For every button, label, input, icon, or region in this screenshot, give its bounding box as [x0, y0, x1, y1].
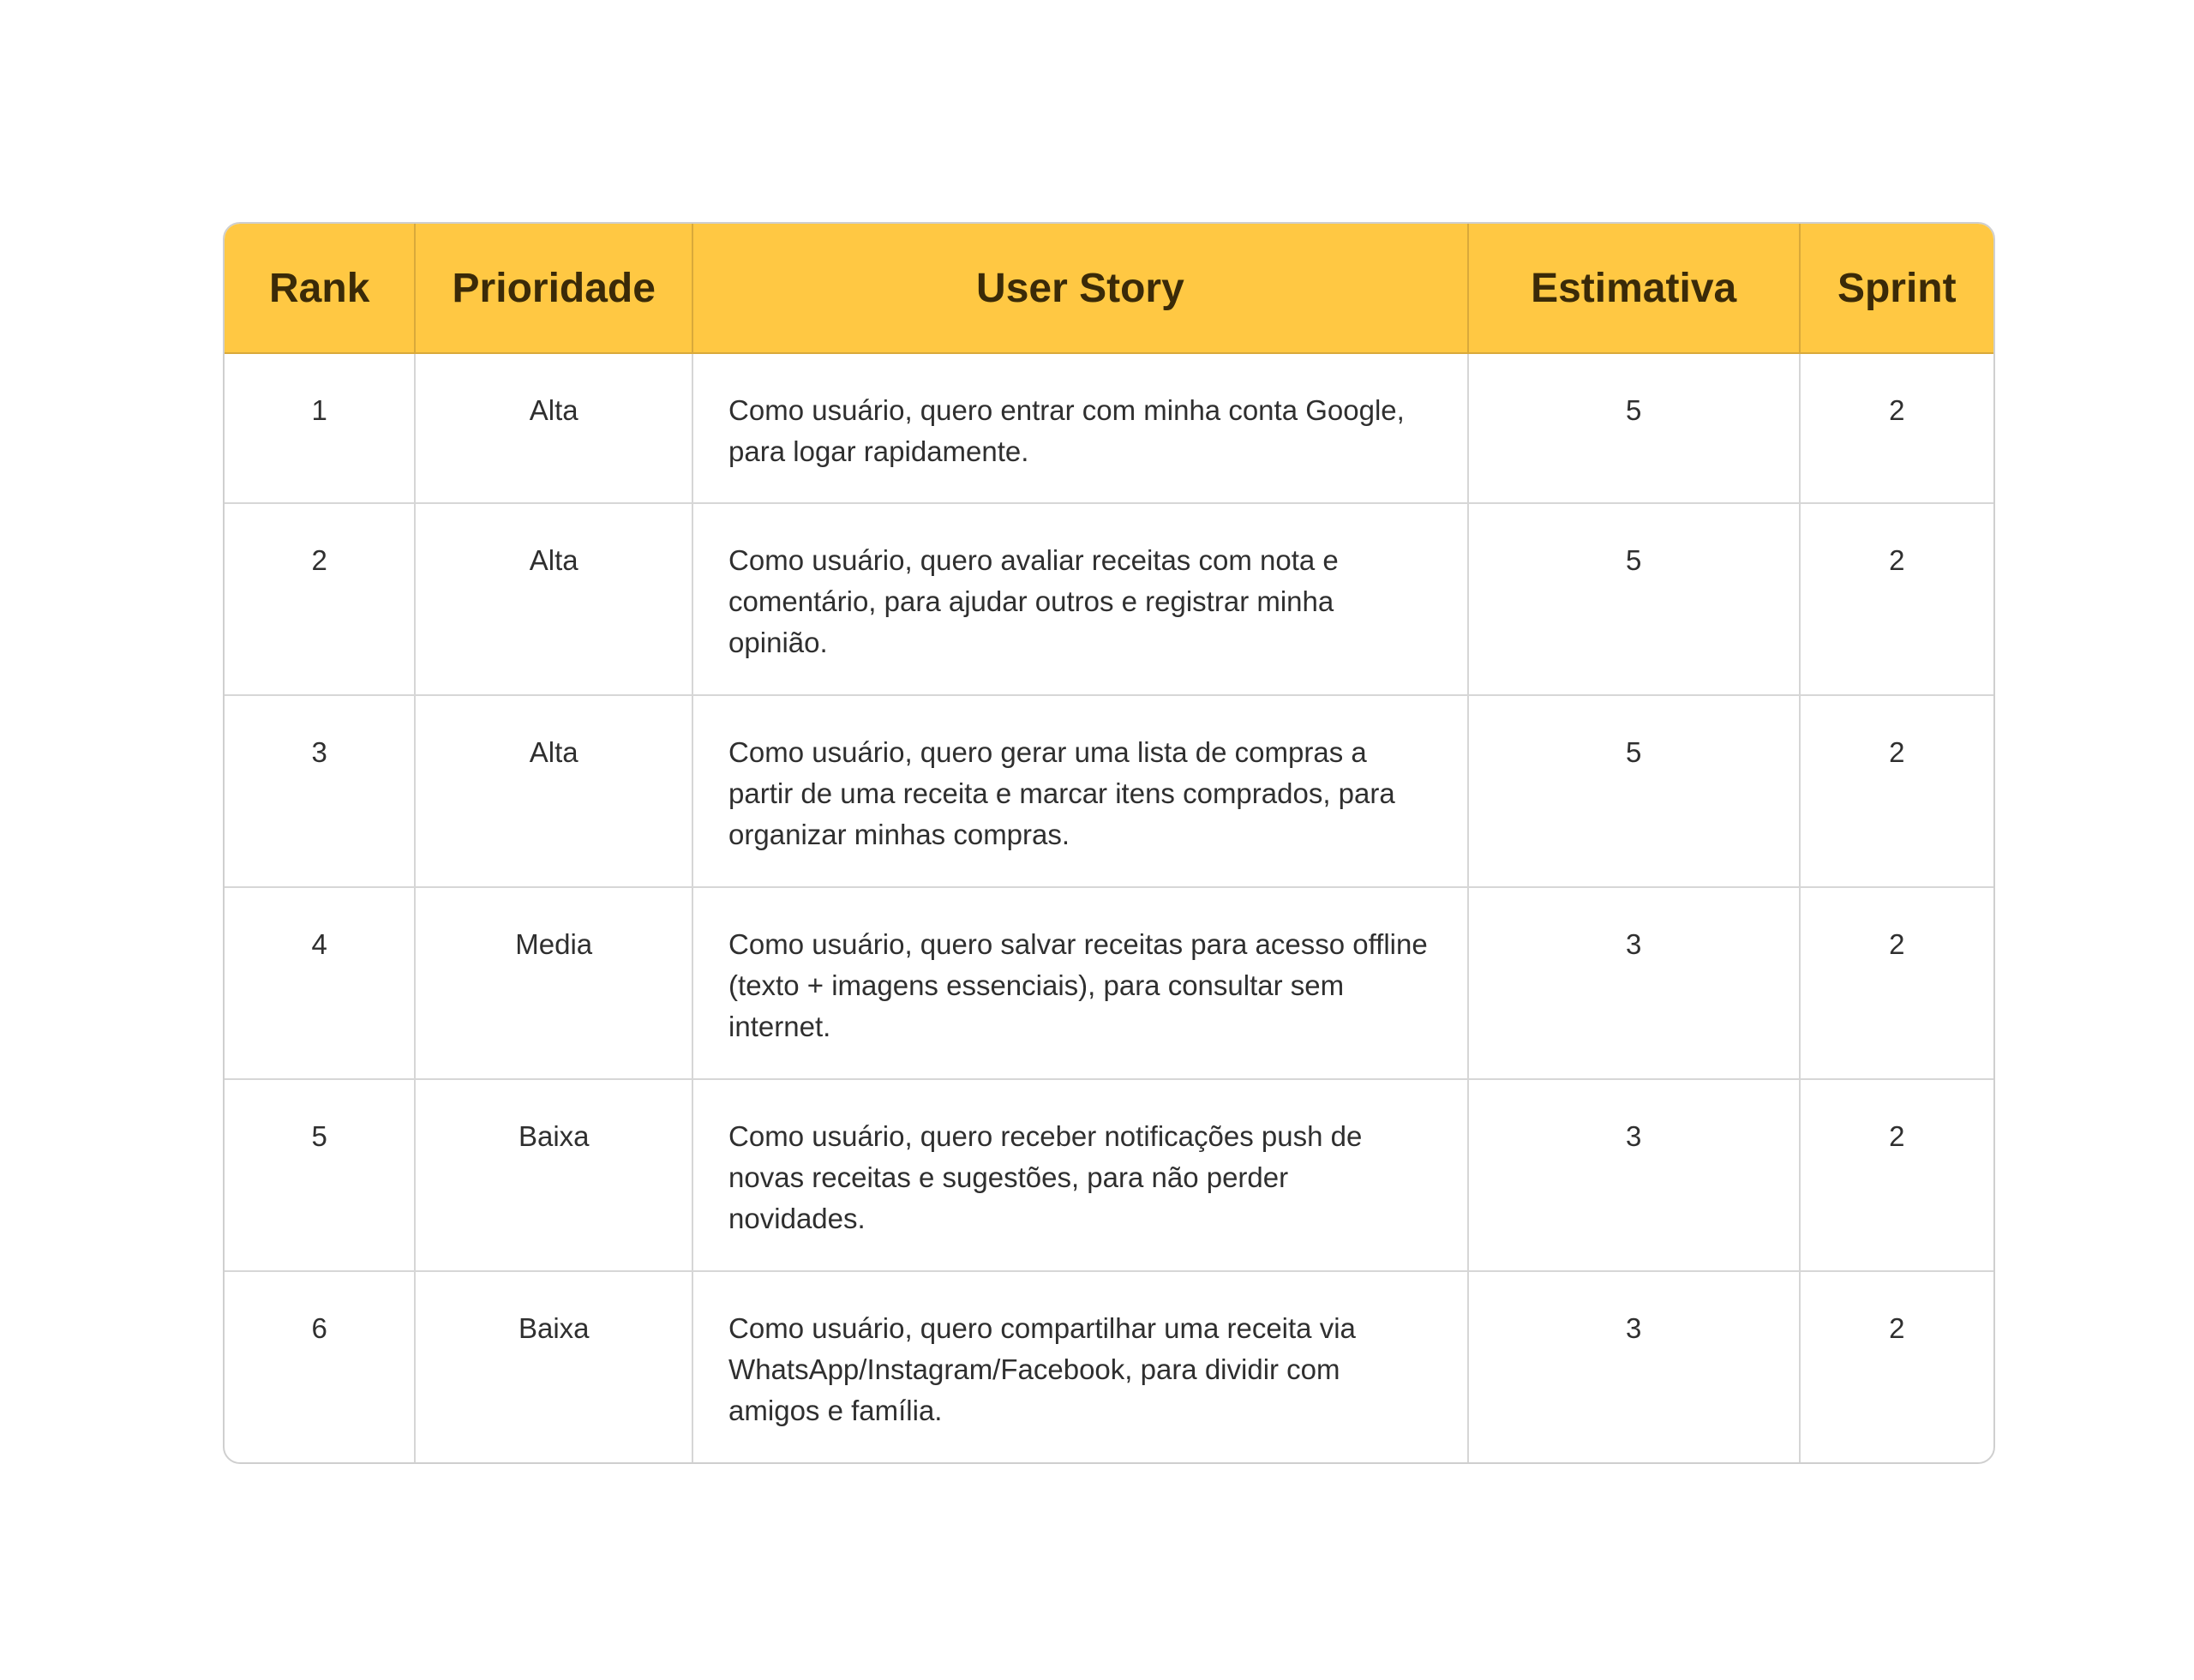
table-header: Rank Prioridade User Story Estimativa Sp… — [225, 224, 1993, 354]
cell-sprint: 2 — [1799, 503, 1993, 696]
backlog-table-container: Rank Prioridade User Story Estimativa Sp… — [223, 222, 1995, 1464]
table-row: 5 Baixa Como usuário, quero receber noti… — [225, 1079, 1993, 1272]
cell-sprint: 2 — [1799, 695, 1993, 888]
header-estimativa: Estimativa — [1467, 224, 1801, 354]
table-row: 2 Alta Como usuário, quero avaliar recei… — [225, 503, 1993, 696]
cell-sprint: 2 — [1799, 353, 1993, 504]
cell-prioridade: Baixa — [415, 1079, 694, 1272]
cell-estimativa: 3 — [1467, 1079, 1801, 1272]
cell-prioridade: Media — [415, 887, 694, 1080]
cell-estimativa: 5 — [1467, 503, 1801, 696]
cell-rank: 3 — [225, 695, 417, 888]
cell-estimativa: 5 — [1467, 695, 1801, 888]
backlog-table: Rank Prioridade User Story Estimativa Sp… — [225, 224, 1993, 1462]
table-row: 3 Alta Como usuário, quero gerar uma lis… — [225, 695, 1993, 888]
cell-sprint: 2 — [1889, 1312, 1905, 1344]
table-row: 4 Media Como usuário, quero salvar recei… — [225, 887, 1993, 1080]
cell-prioridade: Alta — [415, 503, 694, 696]
cell-estimativa: 3 — [1467, 887, 1801, 1080]
cell-user-story: Como usuário, quero avaliar receitas com… — [692, 503, 1469, 696]
table-row: 1 Alta Como usuário, quero entrar com mi… — [225, 353, 1993, 504]
table-row: 6 Baixa Como usuário, quero compartilhar… — [225, 1271, 1993, 1462]
cell-estimativa: 5 — [1467, 353, 1801, 504]
cell-sprint: 2 — [1799, 1079, 1993, 1272]
cell-user-story: Como usuário, quero compartilhar uma rec… — [692, 1271, 1469, 1462]
cell-prioridade: Alta — [415, 353, 694, 504]
cell-rank: 5 — [225, 1079, 417, 1272]
cell-user-story: Como usuário, quero salvar receitas para… — [692, 887, 1469, 1080]
cell-prioridade: Alta — [415, 695, 694, 888]
cell-prioridade: Baixa — [415, 1271, 694, 1462]
cell-estimativa: 3 — [1467, 1271, 1801, 1462]
cell-rank: 1 — [225, 353, 417, 504]
table-body: 1 Alta Como usuário, quero entrar com mi… — [225, 353, 1993, 1462]
cell-rank: 2 — [225, 503, 417, 696]
header-user-story: User Story — [692, 224, 1469, 354]
header-rank: Rank — [225, 224, 417, 354]
cell-user-story: Como usuário, quero receber notificações… — [692, 1079, 1469, 1272]
header-prioridade: Prioridade — [415, 224, 694, 354]
cell-user-story: Como usuário, quero gerar uma lista de c… — [692, 695, 1469, 888]
cell-rank: 4 — [225, 887, 417, 1080]
header-row: Rank Prioridade User Story Estimativa Sp… — [225, 224, 1993, 354]
header-sprint: Sprint — [1799, 224, 1993, 354]
cell-user-story: Como usuário, quero entrar com minha con… — [692, 353, 1469, 504]
cell-rank: 6 — [225, 1271, 417, 1462]
cell-sprint: 2 — [1799, 887, 1993, 1080]
